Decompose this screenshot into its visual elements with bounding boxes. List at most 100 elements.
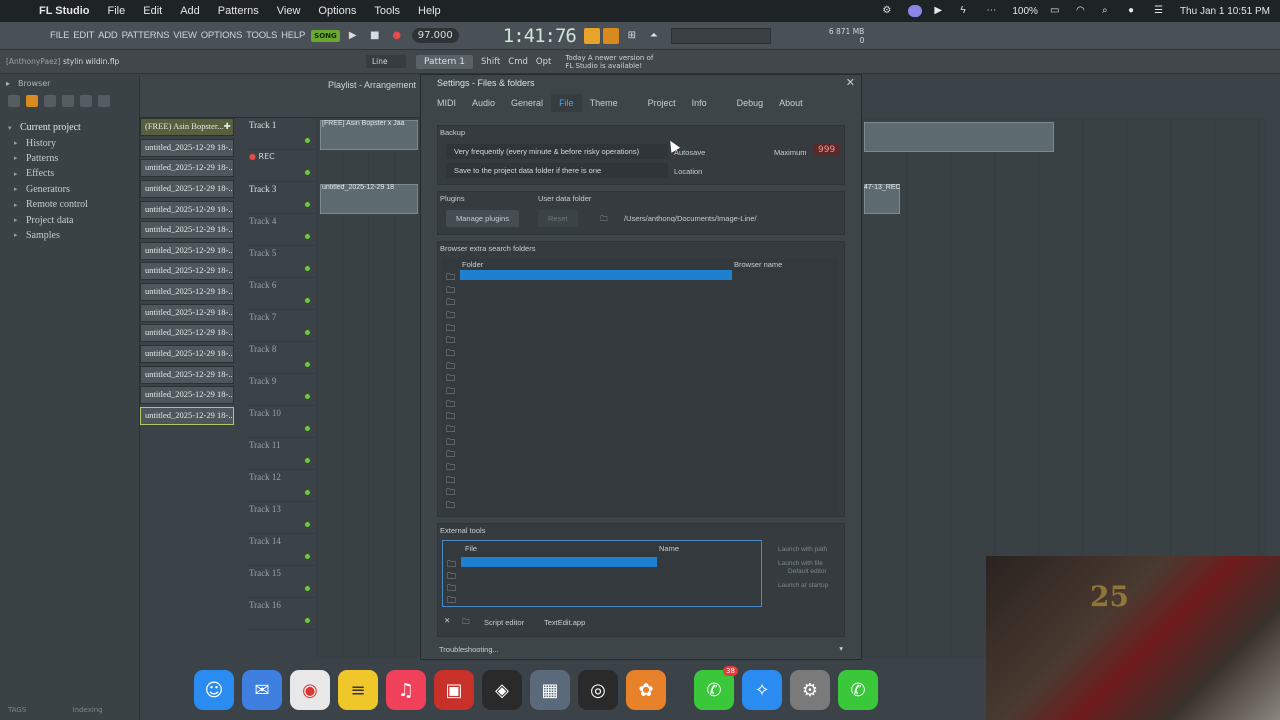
folder-row-icon[interactable]: 🗀 bbox=[446, 447, 458, 460]
menu-app-name[interactable]: FL Studio bbox=[30, 5, 99, 17]
clip-item[interactable]: untitled_2025-12-29 18-... bbox=[140, 159, 234, 178]
folder-icon[interactable] bbox=[26, 95, 38, 107]
track-led[interactable] bbox=[305, 586, 310, 591]
reset-button[interactable]: Reset bbox=[538, 210, 578, 227]
menu-options[interactable]: Options bbox=[309, 5, 365, 17]
fl-menu-view[interactable]: VIEW bbox=[173, 30, 197, 41]
battery-icon[interactable]: ▭ bbox=[1050, 5, 1064, 17]
tab-info[interactable]: Info bbox=[684, 94, 715, 112]
metronome-icon[interactable]: ⊞ bbox=[623, 27, 641, 45]
track-header[interactable]: Track 10 bbox=[246, 406, 316, 438]
clip-item[interactable]: untitled_2025-12-29 18-... bbox=[140, 179, 234, 198]
control-icon[interactable]: ☰ bbox=[1154, 5, 1168, 17]
typing-keyboard-button[interactable] bbox=[583, 27, 600, 44]
dots-icon[interactable]: ⋯ bbox=[986, 5, 1000, 17]
user-icon[interactable]: ● bbox=[1128, 5, 1142, 17]
track-led[interactable] bbox=[305, 394, 310, 399]
clip-item[interactable]: untitled_2025-12-29 18-... bbox=[140, 303, 234, 322]
audio-clip-wave[interactable] bbox=[864, 122, 1054, 152]
folder-row-icon[interactable]: 🗀 bbox=[446, 397, 458, 410]
song-mode-toggle[interactable]: SONG bbox=[311, 29, 340, 42]
user-data-path[interactable]: /Users/anthonq/Documents/Image-Line/ bbox=[624, 214, 757, 223]
folder-row-icon[interactable]: 🗀 bbox=[446, 321, 458, 334]
tree-remote-control[interactable]: ▸ Remote control bbox=[0, 197, 139, 212]
folder-row-icon[interactable]: 🗀 bbox=[446, 371, 458, 384]
fl-studio-icon[interactable]: ✿ bbox=[626, 670, 666, 710]
cloud-icon[interactable] bbox=[80, 95, 92, 107]
finder-icon[interactable]: ☺ bbox=[194, 670, 234, 710]
track-header[interactable]: Track 3 bbox=[246, 182, 316, 214]
folder-row-icon[interactable]: 🗀 bbox=[446, 346, 458, 359]
folder-row-icon[interactable]: 🗀 bbox=[446, 498, 458, 511]
browser-menu-icon[interactable]: ▸ bbox=[6, 79, 10, 89]
track-led[interactable] bbox=[305, 458, 310, 463]
folder-row-icon[interactable]: 🗀 bbox=[446, 270, 458, 283]
launch-with-path-option[interactable]: Launch with path bbox=[778, 546, 827, 553]
folder-row-icon[interactable]: 🗀 bbox=[446, 384, 458, 397]
track-led[interactable] bbox=[305, 362, 310, 367]
menu-edit[interactable]: Edit bbox=[134, 5, 171, 17]
track-header[interactable]: Track 13 bbox=[246, 502, 316, 534]
menu-add[interactable]: Add bbox=[171, 5, 209, 17]
stop-button[interactable]: ■ bbox=[366, 27, 384, 45]
folder-row-icon[interactable]: 🗀 bbox=[446, 435, 458, 448]
cmd-key[interactable]: Cmd bbox=[508, 57, 528, 67]
photo-booth-icon[interactable]: ▣ bbox=[434, 670, 474, 710]
track-led[interactable] bbox=[305, 554, 310, 559]
clip-item[interactable]: untitled_2025-12-29 18-... bbox=[140, 138, 234, 157]
track-header[interactable]: Track 7 bbox=[246, 310, 316, 342]
folder-row-icon[interactable]: 🗀 bbox=[446, 359, 458, 372]
backup-location-select[interactable]: Save to the project data folder if there… bbox=[446, 163, 668, 178]
track-header[interactable]: Track 14 bbox=[246, 534, 316, 566]
tree-samples[interactable]: ▸ Samples bbox=[0, 228, 139, 243]
play-icon[interactable]: ▶ bbox=[934, 5, 948, 17]
clip-item[interactable]: untitled_2025-12-29 18-... bbox=[140, 406, 234, 425]
track-header[interactable]: Track 6 bbox=[246, 278, 316, 310]
messages-icon[interactable]: ✆ 38 bbox=[694, 666, 738, 710]
track-header[interactable]: Track 11 bbox=[246, 438, 316, 470]
tags-label[interactable]: TAGS bbox=[8, 706, 26, 714]
track-led[interactable] bbox=[305, 170, 310, 175]
track-led[interactable] bbox=[305, 490, 310, 495]
file-row-icon[interactable]: 🗀 bbox=[447, 593, 459, 606]
troubleshooting-row[interactable]: Troubleshooting... ▾ bbox=[437, 643, 845, 657]
clip-item[interactable]: untitled_2025-12-29 18-... bbox=[140, 241, 234, 260]
clip-item[interactable]: untitled_2025-12-29 18-... bbox=[140, 324, 234, 343]
menu-tools[interactable]: Tools bbox=[365, 5, 409, 17]
tab-audio[interactable]: Audio bbox=[464, 94, 503, 112]
track-header[interactable]: Track 12 bbox=[246, 470, 316, 502]
clip-item[interactable]: untitled_2025-12-29 18-... bbox=[140, 200, 234, 219]
play-button[interactable]: ▶ bbox=[344, 27, 362, 45]
tree-project-data[interactable]: ▸ Project data bbox=[0, 212, 139, 227]
manage-plugins-button[interactable]: Manage plugins bbox=[446, 210, 519, 227]
script-editor-value[interactable]: TextEdit.app bbox=[544, 618, 585, 627]
step-edit-button[interactable] bbox=[602, 27, 619, 44]
fl-menu-options[interactable]: OPTIONS bbox=[201, 30, 243, 41]
clip-item[interactable]: untitled_2025-12-29 18-... bbox=[140, 365, 234, 384]
selected-row[interactable] bbox=[460, 270, 732, 280]
track-led[interactable] bbox=[305, 298, 310, 303]
recording-indicator-icon[interactable] bbox=[908, 5, 923, 17]
snap-select[interactable]: Line bbox=[366, 55, 406, 68]
maximum-value[interactable]: 999 bbox=[814, 144, 840, 156]
shift-key[interactable]: Shift bbox=[481, 57, 500, 67]
folder-row-icon[interactable]: 🗀 bbox=[446, 283, 458, 296]
folder-row-icon[interactable]: 🗀 bbox=[446, 485, 458, 498]
tree-current-project[interactable]: ▾ Current project bbox=[0, 120, 139, 135]
track-header[interactable]: Track 9 bbox=[246, 374, 316, 406]
clip-item[interactable]: untitled_2025-12-29 18-... bbox=[140, 283, 234, 301]
tab-general[interactable]: General bbox=[503, 94, 551, 112]
fl-menu-help[interactable]: HELP bbox=[281, 30, 305, 41]
menu-file[interactable]: File bbox=[99, 5, 135, 17]
tab-debug[interactable]: Debug bbox=[729, 94, 772, 112]
arrows-icon[interactable] bbox=[8, 95, 20, 107]
tab-about[interactable]: About bbox=[771, 94, 811, 112]
search-icon[interactable]: ⌕ bbox=[1102, 5, 1116, 17]
file-row-icon[interactable]: 🗀 bbox=[447, 581, 459, 594]
clip-item[interactable]: untitled_2025-12-29 18-... bbox=[140, 386, 234, 405]
track-header[interactable]: Track 16 bbox=[246, 598, 316, 630]
music-icon[interactable]: ♫ bbox=[386, 670, 426, 710]
record-button[interactable]: ● bbox=[388, 27, 406, 45]
settings-icon[interactable] bbox=[62, 95, 74, 107]
menu-help[interactable]: Help bbox=[409, 5, 450, 17]
